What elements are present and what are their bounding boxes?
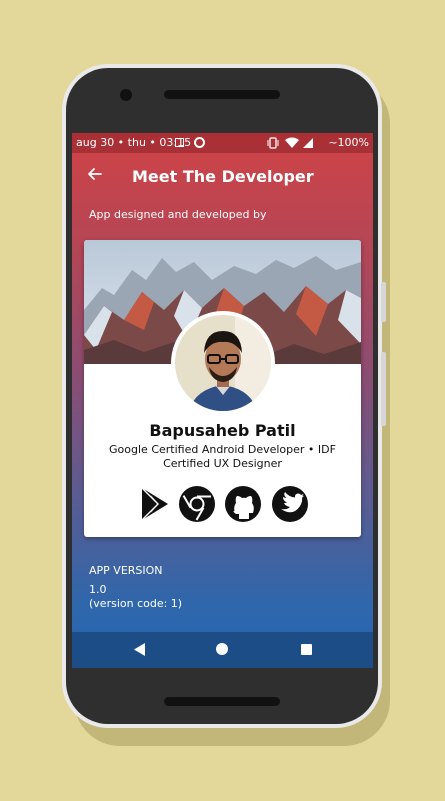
- google-play-icon[interactable]: [136, 486, 172, 522]
- chrome-icon[interactable]: [179, 486, 215, 522]
- app-version-label: APP VERSION: [89, 564, 163, 577]
- app-version-code: (version code: 1): [89, 597, 183, 610]
- developer-name: Bapusaheb Patil: [149, 421, 296, 440]
- nav-home-icon[interactable]: [216, 643, 228, 655]
- vibrate-icon: [269, 137, 277, 149]
- status-date-time: aug 30 • thu • 03:15: [76, 136, 192, 149]
- github-icon[interactable]: [225, 486, 261, 522]
- nav-back-icon[interactable]: [134, 643, 146, 656]
- developer-role: Google Certified Android Developer • IDF…: [109, 443, 336, 470]
- developer-card: Bapusaheb Patil Google Certified Android…: [84, 240, 361, 537]
- power-button: [381, 282, 386, 322]
- status-bar: aug 30 • thu • 03:15 ~100%: [72, 133, 373, 153]
- status-icons: [267, 137, 313, 149]
- app-version-value: 1.0: [89, 583, 107, 596]
- nav-recents-icon[interactable]: [301, 644, 312, 655]
- app-bar: Meet The Developer: [72, 153, 373, 203]
- credits-subtitle: App designed and developed by: [89, 208, 267, 221]
- signal-icon: [303, 138, 313, 148]
- battery-percentage: ~100%: [328, 136, 369, 149]
- app-version-info: 1.0 (version code: 1): [89, 583, 182, 611]
- page-title: Meet The Developer: [132, 167, 314, 186]
- front-camera: [120, 89, 132, 101]
- volume-button: [381, 352, 386, 426]
- bottom-speaker: [164, 697, 280, 706]
- developer-avatar: [171, 311, 275, 415]
- navigation-bar: [72, 632, 373, 668]
- wifi-icon: [285, 137, 299, 148]
- earpiece-speaker: [164, 90, 280, 99]
- arrow-back-icon[interactable]: [84, 163, 106, 185]
- twitter-icon[interactable]: [272, 486, 308, 522]
- sync-notification-icon: [194, 137, 205, 148]
- image-notification-icon: [175, 138, 184, 147]
- phone-screen: aug 30 • thu • 03:15 ~100% Meet The Deve…: [72, 133, 373, 668]
